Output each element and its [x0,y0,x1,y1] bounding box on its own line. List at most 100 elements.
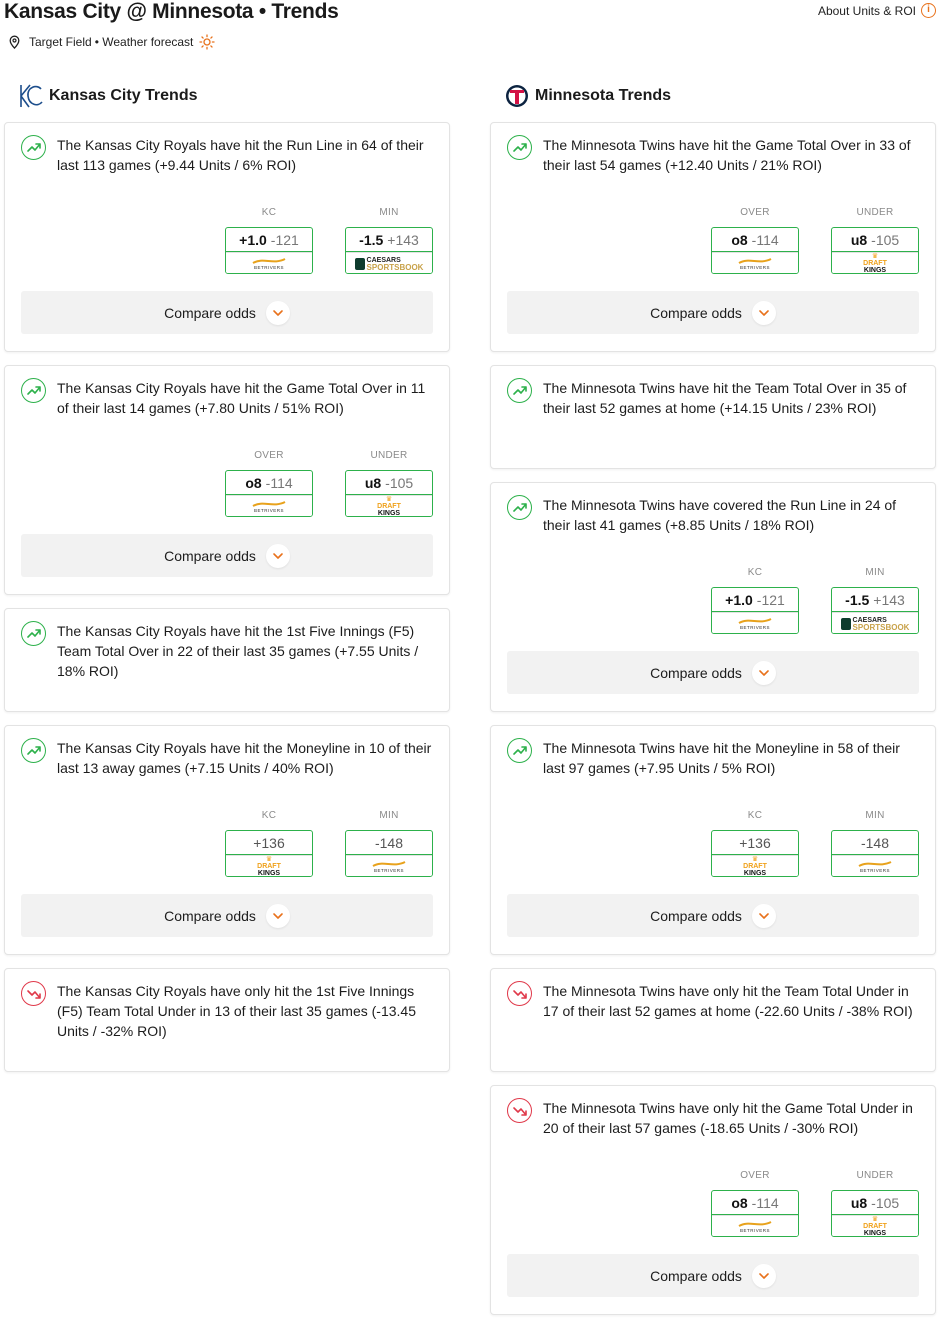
compare-odds-label: Compare odds [164,304,256,321]
betrivers-text: BETRIVERS [253,507,284,513]
sportsbook-logo: CAESARS SPORTSBOOK [346,252,432,273]
trend-text: The Kansas City Royals have hit the Game… [57,380,426,416]
draftkings-logo: ♛ DRAFT KINGS [257,856,281,877]
odds-group: KC +136 ♛ DRAFT KINGS MIN -148 BETRIVERS [711,810,919,877]
odds-button[interactable]: +1.0 -121 BETRIVERS [225,227,313,274]
odds-button[interactable]: -148 BETRIVERS [345,830,433,877]
trend-up-icon [507,378,532,403]
trend-up-icon [21,135,46,160]
trend-row: The Minnesota Twins have only hit the Ga… [507,1098,921,1138]
odds-button[interactable]: u8 -105 ♛ DRAFT KINGS [345,470,433,517]
odds-price: -121 [270,231,299,248]
odds-group: KC +136 ♛ DRAFT KINGS MIN -148 BETRIVERS [225,810,433,877]
chevron-down-icon [751,300,776,325]
odds-label: MIN [865,810,885,821]
draftkings-logo: ♛ DRAFT KINGS [863,253,887,274]
odds-label: OVER [740,1170,770,1181]
odds-value: -148 [832,831,918,855]
odds-value: u8 -105 [832,228,918,252]
odds-button[interactable]: o8 -114 BETRIVERS [711,1190,799,1237]
trend-up-icon [21,378,46,403]
trend-card: The Kansas City Royals have hit the Game… [4,365,450,595]
compare-odds-button[interactable]: Compare odds [507,894,919,937]
odds-line: u8 [364,474,382,491]
draftkings-line1: DRAFT [377,502,401,510]
betrivers-logo: BETRIVERS [251,257,287,270]
odds-value: u8 -105 [832,1191,918,1215]
compare-odds-button[interactable]: Compare odds [507,1254,919,1297]
odds-button[interactable]: -1.5 +143 CAESARS SPORTSBOOK [831,587,919,634]
caesars-line2: SPORTSBOOK [366,262,424,272]
sportsbook-logo: ♛ DRAFT KINGS [832,1215,918,1237]
odds-price: -105 [871,231,900,248]
odds-button[interactable]: +1.0 -121 BETRIVERS [711,587,799,634]
betrivers-logo: BETRIVERS [737,1220,773,1233]
kc-royals-logo-icon [20,84,43,108]
sportsbook-logo: ♛ DRAFT KINGS [346,495,432,516]
compare-odds-button[interactable]: Compare odds [507,651,919,694]
draftkings-line1: DRAFT [863,1222,887,1230]
odds-value: -148 [346,831,432,855]
betrivers-logo: BETRIVERS [737,257,773,270]
odds-price: +143 [873,591,905,608]
trend-card: The Kansas City Royals have hit the Mone… [4,725,450,955]
trend-down-icon [21,981,46,1006]
weather-forecast-link[interactable]: • Weather forecast [95,35,194,49]
odds-group: OVER o8 -114 BETRIVERS UNDER u8 -105 ♛ DRAFT KING… [711,207,919,274]
odds-column: OVER o8 -114 BETRIVERS [225,450,313,517]
trend-text: The Minnesota Twins have hit the Game To… [543,137,911,173]
odds-line: o8 [731,1194,748,1211]
trend-text: The Minnesota Twins have hit the Moneyli… [543,740,900,776]
betrivers-text: BETRIVERS [373,867,404,873]
compare-odds-button[interactable]: Compare odds [507,291,919,334]
trend-up-icon [21,621,46,646]
draftkings-logo: ♛ DRAFT KINGS [863,1216,887,1237]
odds-button[interactable]: u8 -105 ♛ DRAFT KINGS [831,227,919,274]
caesars-shield-icon [354,257,365,270]
odds-button[interactable]: +136 ♛ DRAFT KINGS [225,830,313,877]
betrivers-text: BETRIVERS [739,264,770,270]
odds-group: KC +1.0 -121 BETRIVERS MIN -1.5 +143 CAESARS SPO… [225,207,433,274]
trend-row: The Kansas City Royals have hit the Run … [21,135,435,175]
odds-column: UNDER u8 -105 ♛ DRAFT KINGS [345,450,433,517]
trend-card: The Minnesota Twins have hit the Game To… [490,122,936,352]
odds-column: OVER o8 -114 BETRIVERS [711,207,799,274]
trend-row: The Kansas City Royals have hit the 1st … [21,621,435,681]
odds-button[interactable]: -1.5 +143 CAESARS SPORTSBOOK [345,227,433,274]
draftkings-line1: DRAFT [257,862,281,870]
betrivers-logo: BETRIVERS [371,860,407,873]
betrivers-logo: BETRIVERS [251,500,287,513]
odds-group: OVER o8 -114 BETRIVERS UNDER u8 -105 ♛ DRAFT KING… [711,1170,919,1237]
trend-card: The Kansas City Royals have only hit the… [4,968,450,1072]
odds-line: +1.0 [239,231,267,248]
odds-button[interactable]: +136 ♛ DRAFT KINGS [711,830,799,877]
compare-odds-button[interactable]: Compare odds [21,894,433,937]
betrivers-logo: BETRIVERS [857,860,893,873]
odds-button[interactable]: u8 -105 ♛ DRAFT KINGS [831,1190,919,1237]
kansas-city-trends-title: Kansas City Trends [49,87,198,104]
sportsbook-logo: BETRIVERS [712,252,798,273]
trend-up-icon [507,738,532,763]
trend-card: The Minnesota Twins have hit the Moneyli… [490,725,936,955]
trend-card: The Kansas City Royals have hit the Run … [4,122,450,352]
sportsbook-logo: ♛ DRAFT KINGS [712,855,798,876]
odds-line: -1.5 [359,231,384,248]
venue-name: Target Field [29,35,92,49]
trend-row: The Minnesota Twins have only hit the Te… [507,981,921,1021]
trend-up-icon [507,495,532,520]
draftkings-line2: KINGS [257,869,281,877]
odds-column: OVER o8 -114 BETRIVERS [711,1170,799,1237]
about-units-roi-link[interactable]: About Units & ROI i [818,3,936,18]
odds-button[interactable]: o8 -114 BETRIVERS [711,227,799,274]
trend-row: The Minnesota Twins have covered the Run… [507,495,921,535]
compare-odds-button[interactable]: Compare odds [21,291,433,334]
odds-group: KC +1.0 -121 BETRIVERS MIN -1.5 +143 CAESARS SPO… [711,567,919,634]
venue-line: Target Field • Weather forecast [8,34,216,50]
compare-odds-button[interactable]: Compare odds [21,534,433,577]
odds-button[interactable]: -148 BETRIVERS [831,830,919,877]
odds-button[interactable]: o8 -114 BETRIVERS [225,470,313,517]
minnesota-trends-title: Minnesota Trends [535,87,672,104]
odds-value: +136 [712,831,798,855]
odds-group: OVER o8 -114 BETRIVERS UNDER u8 -105 ♛ DRAFT KING… [225,450,433,517]
trend-down-icon [507,981,532,1006]
